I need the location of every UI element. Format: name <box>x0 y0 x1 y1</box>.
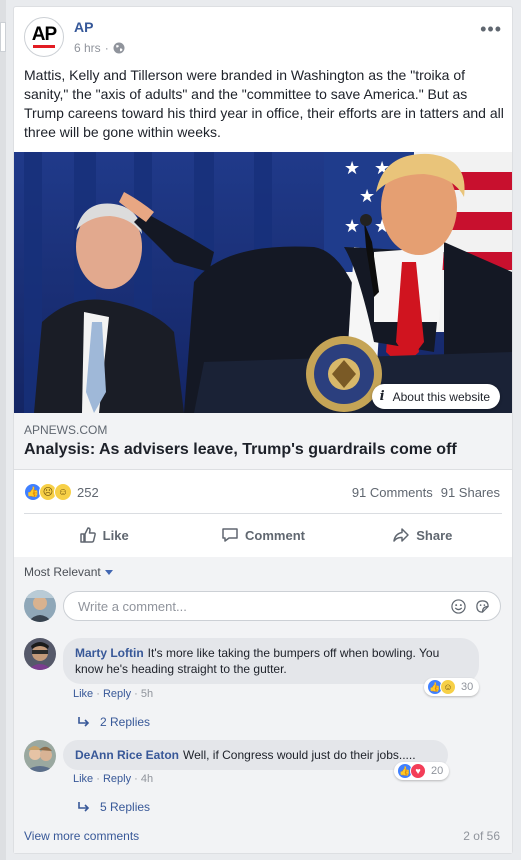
svg-text:★: ★ <box>344 216 360 237</box>
comment-text: Well, if Congress would just do their jo… <box>183 748 416 762</box>
commenter-name[interactable]: Marty Loftin <box>75 646 144 660</box>
svg-text:★: ★ <box>344 158 360 179</box>
comment-reply-link[interactable]: Reply <box>103 688 131 700</box>
commenter-avatar[interactable] <box>24 638 56 670</box>
post-meta: 6 hrs · <box>74 41 125 55</box>
comment-reaction-count: 20 <box>431 765 444 777</box>
avatar-logo-text: AP <box>31 24 57 45</box>
action-bar: Like Comment Share <box>24 517 502 553</box>
sticker-icon[interactable] <box>475 599 490 614</box>
page-avatar[interactable]: AP <box>24 17 64 57</box>
divider-top <box>24 513 502 514</box>
comment-like-link[interactable]: Like <box>73 773 93 785</box>
info-icon: i <box>379 389 385 404</box>
comment-time[interactable]: 5h <box>141 688 153 700</box>
post-card: AP AP 6 hrs · ••• Mattis, Kelly and Till… <box>13 6 513 854</box>
view-replies-link[interactable]: 2 Replies <box>78 715 150 729</box>
comments-count-link[interactable]: 91 Comments <box>352 485 433 500</box>
engagement-counts: 91 Comments 91 Shares <box>352 485 500 500</box>
haha-reaction-icon: ☺ <box>54 483 72 501</box>
comments-pager: 2 of 56 <box>463 829 500 843</box>
reply-arrow-icon <box>78 717 90 727</box>
link-domain: APNEWS.COM <box>24 423 108 437</box>
love-reaction-icon: ♥ <box>410 763 426 779</box>
about-website-label: About this website <box>392 389 490 404</box>
comment-actions: Like · Reply · 5h <box>73 688 154 700</box>
emoji-icon[interactable] <box>451 599 466 614</box>
link-headline[interactable]: Analysis: As advisers leave, Trump's gua… <box>24 441 457 459</box>
comment-bubble: Marty Loftin It's more like taking the bu… <box>63 638 479 684</box>
comment-bubble: DeAnn Rice Eaton Well, if Congress would … <box>63 740 448 770</box>
haha-reaction-icon: ☺ <box>440 679 456 695</box>
commenter-avatar[interactable] <box>24 740 56 772</box>
comment-actions: Like · Reply · 4h <box>73 773 154 785</box>
comment-button[interactable]: Comment <box>183 517 342 553</box>
link-preview[interactable]: APNEWS.COM Analysis: As advisers leave, … <box>14 413 512 470</box>
comment-reactions[interactable]: 👍 ☺ 30 <box>424 678 480 696</box>
comment-label: Comment <box>245 527 305 543</box>
left-edge-strip <box>0 0 6 860</box>
comment-like-link[interactable]: Like <box>73 688 93 700</box>
comment-time[interactable]: 4h <box>141 773 153 785</box>
comment-reactions[interactable]: 👍 ♥ 20 <box>394 762 450 780</box>
photo-illustration: ★★ ★★ ★★ <box>14 152 512 413</box>
meta-separator: · <box>104 41 109 55</box>
post-time[interactable]: 6 hrs <box>74 41 101 55</box>
comment-reply-link[interactable]: Reply <box>103 773 131 785</box>
view-more-comments-link[interactable]: View more comments <box>24 829 139 843</box>
caret-down-icon <box>104 570 113 575</box>
avatar-logo-bar <box>33 45 55 48</box>
share-arrow-icon <box>393 528 409 542</box>
current-user-avatar[interactable] <box>24 590 56 622</box>
svg-text:★: ★ <box>359 186 375 207</box>
reaction-icons[interactable]: 👍 ☹ ☺ <box>24 483 72 501</box>
share-label: Share <box>416 527 453 543</box>
comment-composer <box>63 591 501 621</box>
comment-input[interactable] <box>76 598 420 615</box>
reply-arrow-icon <box>78 802 90 812</box>
reaction-count[interactable]: 252 <box>77 485 99 500</box>
view-replies-link[interactable]: 5 Replies <box>78 800 150 814</box>
comments-section: Most Relevant Marty LoftinIt's more like… <box>14 557 512 853</box>
replies-count: 5 Replies <box>100 800 151 814</box>
post-photo[interactable]: ★★ ★★ ★★ <box>14 152 512 413</box>
post-header: AP AP 6 hrs · ••• <box>24 17 502 59</box>
comment-icon <box>222 528 238 542</box>
like-label: Like <box>102 527 129 543</box>
commenter-name[interactable]: DeAnn Rice Eaton <box>75 748 179 762</box>
share-button[interactable]: Share <box>343 517 502 553</box>
comment-sort-dropdown[interactable]: Most Relevant <box>24 565 113 579</box>
more-options-icon[interactable]: ••• <box>480 19 502 40</box>
comment-reaction-count: 30 <box>461 681 474 693</box>
replies-count: 2 Replies <box>100 715 151 729</box>
reactions-summary: 👍 ☹ ☺ 252 91 Comments 91 Shares <box>24 483 502 503</box>
globe-icon[interactable] <box>113 42 125 54</box>
shares-count-link[interactable]: 91 Shares <box>441 485 500 500</box>
thumbs-up-icon <box>79 527 96 543</box>
comment-sort-label: Most Relevant <box>24 565 101 579</box>
like-button[interactable]: Like <box>24 517 183 553</box>
post-text: Mattis, Kelly and Tillerson were branded… <box>24 67 504 140</box>
about-website-button[interactable]: i About this website <box>371 384 500 409</box>
page-name-link[interactable]: AP <box>74 19 93 35</box>
left-edge-tab <box>0 22 6 52</box>
